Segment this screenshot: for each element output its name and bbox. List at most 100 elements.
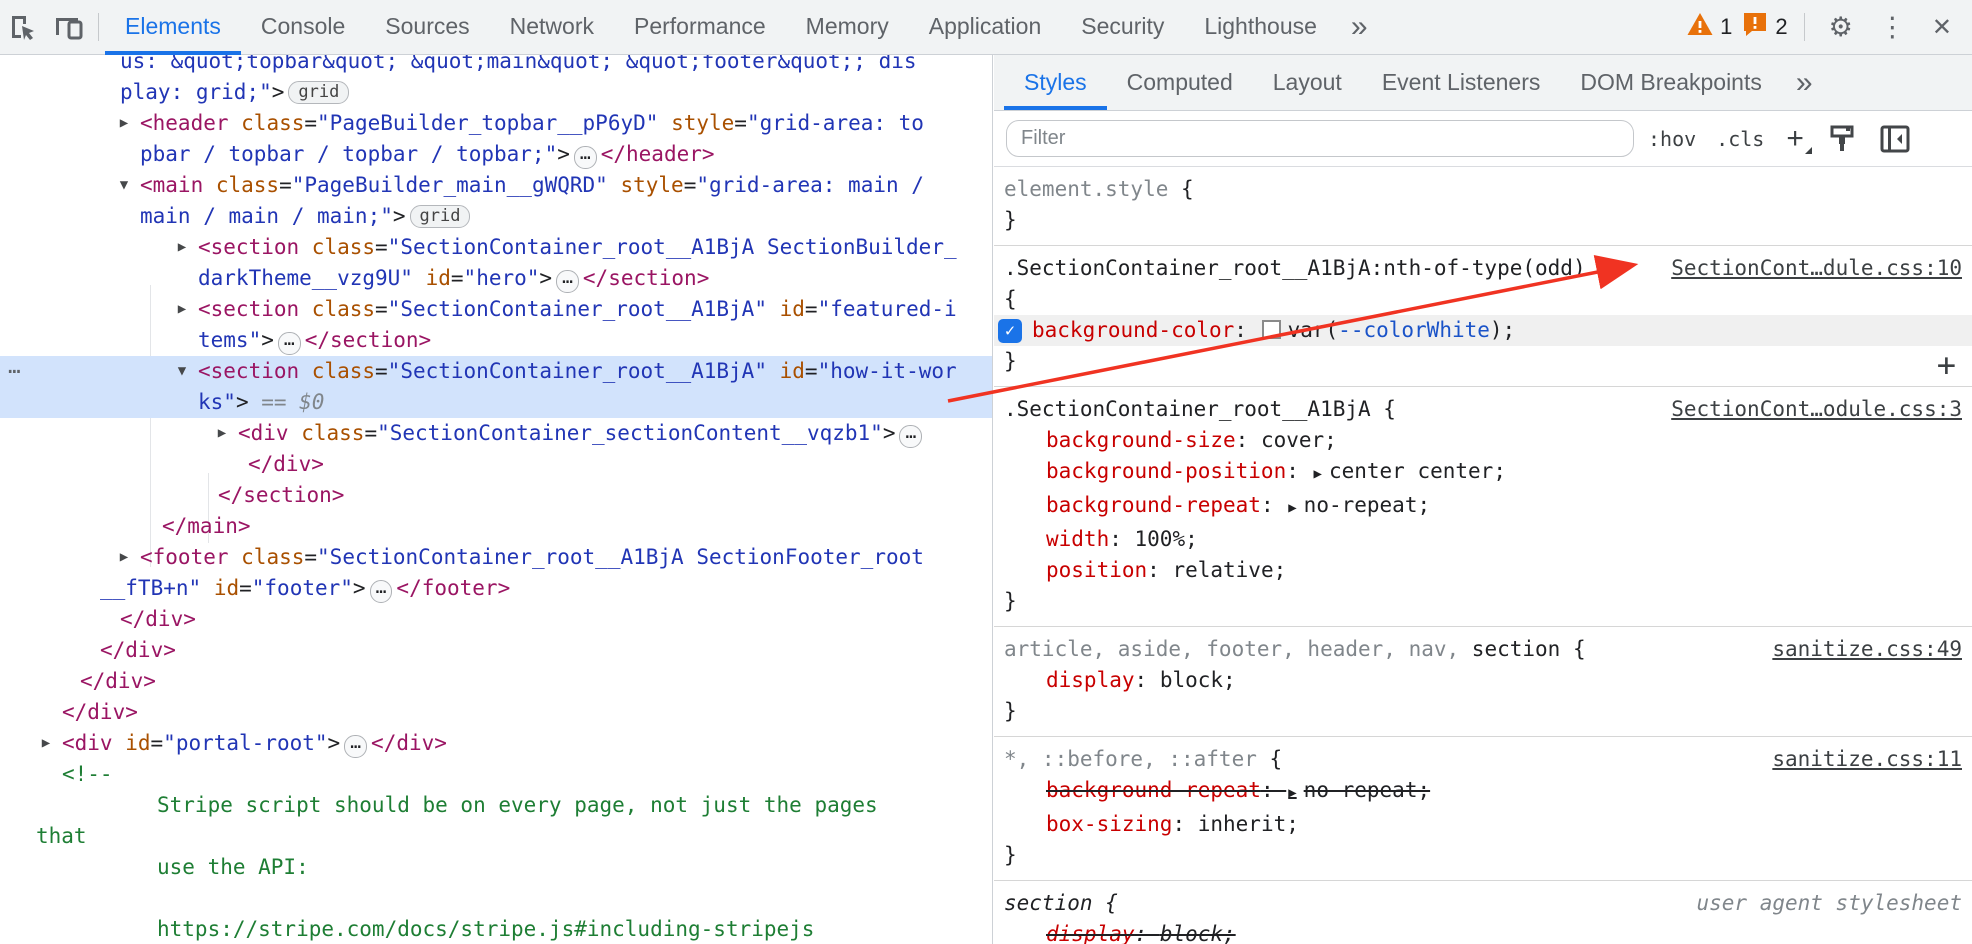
add-declaration-button[interactable]: +: [1937, 350, 1956, 380]
sidebar-tab-styles[interactable]: Styles: [1004, 55, 1107, 110]
dom-tree-row[interactable]: </div>: [0, 635, 992, 666]
expand-value-icon[interactable]: ▶: [1314, 466, 1322, 482]
css-declaration[interactable]: display: block;: [1004, 919, 1962, 944]
tab-sources[interactable]: Sources: [365, 0, 489, 55]
property-name[interactable]: display: [1046, 668, 1135, 692]
toggle-sidebar-icon[interactable]: [1880, 125, 1910, 153]
dom-tree-row[interactable]: ▶<header class="PageBuilder_topbar__pP6y…: [0, 108, 992, 139]
close-icon[interactable]: ✕: [1924, 13, 1960, 41]
dom-tree-row[interactable]: that: [0, 821, 992, 852]
issues-counter[interactable]: 2: [1742, 11, 1787, 43]
ellipsis-expand-button[interactable]: …: [278, 332, 301, 355]
tab-application[interactable]: Application: [909, 0, 1062, 55]
dom-tree-row[interactable]: </div>: [0, 666, 992, 697]
tab-lighthouse[interactable]: Lighthouse: [1184, 0, 1337, 55]
dom-tree-row[interactable]: ▶<section class="SectionContainer_root__…: [0, 232, 992, 263]
dom-tree-row[interactable]: </div>: [0, 449, 992, 480]
css-declaration[interactable]: background-position: ▶center center;: [1004, 456, 1962, 490]
dom-tree-row[interactable]: Stripe script should be on every page, n…: [0, 790, 992, 821]
dom-tree-row[interactable]: play: grid;">grid: [0, 77, 992, 108]
warning-counter[interactable]: 1: [1687, 12, 1732, 42]
color-swatch[interactable]: [1262, 320, 1281, 339]
expand-value-icon[interactable]: ▶: [1288, 500, 1296, 516]
more-tabs-button[interactable]: »: [1337, 2, 1382, 52]
grid-badge[interactable]: grid: [288, 81, 349, 104]
dom-tree-row[interactable]: [0, 883, 992, 914]
dom-tree-row[interactable]: <!--: [0, 759, 992, 790]
dom-tree-row[interactable]: darkTheme__vzg9U" id="hero">…</section>: [0, 263, 992, 294]
expand-value-icon[interactable]: ▶: [1288, 785, 1296, 801]
dom-tree-row[interactable]: https://stripe.com/docs/stripe.js#includ…: [0, 914, 992, 944]
ellipsis-expand-button[interactable]: …: [899, 425, 922, 448]
property-name[interactable]: background-size: [1046, 428, 1236, 452]
dom-tree-row[interactable]: tems">…</section>: [0, 325, 992, 356]
css-declaration[interactable]: display: block;: [1004, 665, 1962, 696]
ellipsis-expand-button[interactable]: …: [370, 580, 393, 603]
property-name[interactable]: background-repeat: [1046, 493, 1261, 517]
sidebar-tab-layout[interactable]: Layout: [1253, 55, 1362, 110]
dom-tree-row[interactable]: ▶<div class="SectionContainer_sectionCon…: [0, 418, 992, 449]
dom-tree-row[interactable]: </section>: [0, 480, 992, 511]
stylesheet-source-link[interactable]: sanitize.css:49: [1772, 634, 1962, 665]
stylesheet-source-link[interactable]: SectionCont…odule.css:3: [1671, 394, 1962, 425]
dom-tree-row[interactable]: ⋯▼<section class="SectionContainer_root_…: [0, 356, 992, 387]
sidebar-more-tabs-button[interactable]: »: [1782, 58, 1827, 108]
expand-arrow-closed-icon[interactable]: ▶: [172, 294, 192, 325]
row-menu-dots-icon[interactable]: ⋯: [8, 356, 23, 387]
grid-badge[interactable]: grid: [410, 205, 471, 228]
css-declaration[interactable]: ✓background-color: var(--colorWhite);: [994, 315, 1972, 346]
sidebar-tab-dom-breakpoints[interactable]: DOM Breakpoints: [1560, 55, 1782, 110]
expand-arrow-closed-icon[interactable]: ▶: [114, 542, 134, 573]
dom-tree-row[interactable]: __fTB+n" id="footer">…</footer>: [0, 573, 992, 604]
property-name[interactable]: background-repeat: [1046, 778, 1261, 802]
property-name[interactable]: position: [1046, 558, 1147, 582]
tab-performance[interactable]: Performance: [614, 0, 786, 55]
property-name[interactable]: box-sizing: [1046, 812, 1172, 836]
sidebar-tab-computed[interactable]: Computed: [1107, 55, 1253, 110]
settings-gear-icon[interactable]: ⚙: [1821, 12, 1861, 43]
property-name[interactable]: display: [1046, 922, 1135, 944]
expand-arrow-closed-icon[interactable]: ▶: [212, 418, 232, 449]
dom-tree-row[interactable]: </div>: [0, 697, 992, 728]
declaration-checkbox[interactable]: ✓: [998, 319, 1022, 343]
dom-tree-row[interactable]: ▶<div id="portal-root">…</div>: [0, 728, 992, 759]
dom-tree-row[interactable]: us: &quot;topbar&quot; &quot;main&quot; …: [0, 55, 992, 77]
property-name[interactable]: background-position: [1046, 459, 1286, 483]
tab-elements[interactable]: Elements: [105, 0, 241, 55]
stylesheet-source-link[interactable]: sanitize.css:11: [1772, 744, 1962, 775]
expand-arrow-closed-icon[interactable]: ▶: [114, 108, 134, 139]
device-toolbar-icon[interactable]: [46, 0, 92, 55]
css-declaration[interactable]: box-sizing: inherit;: [1004, 809, 1962, 840]
dom-tree-row[interactable]: use the API:: [0, 852, 992, 883]
property-name[interactable]: width: [1046, 527, 1109, 551]
css-variable-link[interactable]: --colorWhite: [1338, 318, 1490, 342]
dom-tree-row[interactable]: ks"> == $0: [0, 387, 992, 418]
property-name[interactable]: background-color: [1032, 318, 1234, 342]
expand-arrow-closed-icon[interactable]: ▶: [172, 232, 192, 263]
css-declaration[interactable]: width: 100%;: [1004, 524, 1962, 555]
tab-network[interactable]: Network: [490, 0, 614, 55]
tab-memory[interactable]: Memory: [786, 0, 909, 55]
ellipsis-expand-button[interactable]: …: [556, 270, 579, 293]
new-style-rule-button[interactable]: +: [1786, 124, 1804, 154]
rendering-emulation-icon[interactable]: [1828, 124, 1856, 154]
dom-tree-row[interactable]: </main>: [0, 511, 992, 542]
dom-tree-row[interactable]: ▶<section class="SectionContainer_root__…: [0, 294, 992, 325]
dom-tree-row[interactable]: main / main / main;">grid: [0, 201, 992, 232]
dom-tree-row[interactable]: ▶<footer class="SectionContainer_root__A…: [0, 542, 992, 573]
expand-arrow-open-icon[interactable]: ▼: [172, 356, 192, 387]
dom-tree-row[interactable]: pbar / topbar / topbar / topbar;">…</hea…: [0, 139, 992, 170]
toggle-class-button[interactable]: .cls: [1716, 127, 1764, 151]
tab-security[interactable]: Security: [1061, 0, 1184, 55]
css-declaration[interactable]: background-repeat: ▶no-repeat;: [1004, 490, 1962, 524]
sidebar-tab-event-listeners[interactable]: Event Listeners: [1362, 55, 1561, 110]
css-declaration[interactable]: background-repeat: ▶no-repeat;: [1004, 775, 1962, 809]
inspect-element-icon[interactable]: [0, 0, 46, 55]
dom-tree-row[interactable]: ▼<main class="PageBuilder_main__gWQRD" s…: [0, 170, 992, 201]
ellipsis-expand-button[interactable]: …: [574, 146, 597, 169]
css-declaration[interactable]: position: relative;: [1004, 555, 1962, 586]
ellipsis-expand-button[interactable]: …: [344, 735, 367, 758]
css-declaration[interactable]: background-size: cover;: [1004, 425, 1962, 456]
expand-arrow-open-icon[interactable]: ▼: [114, 170, 134, 201]
expand-arrow-closed-icon[interactable]: ▶: [36, 728, 56, 759]
